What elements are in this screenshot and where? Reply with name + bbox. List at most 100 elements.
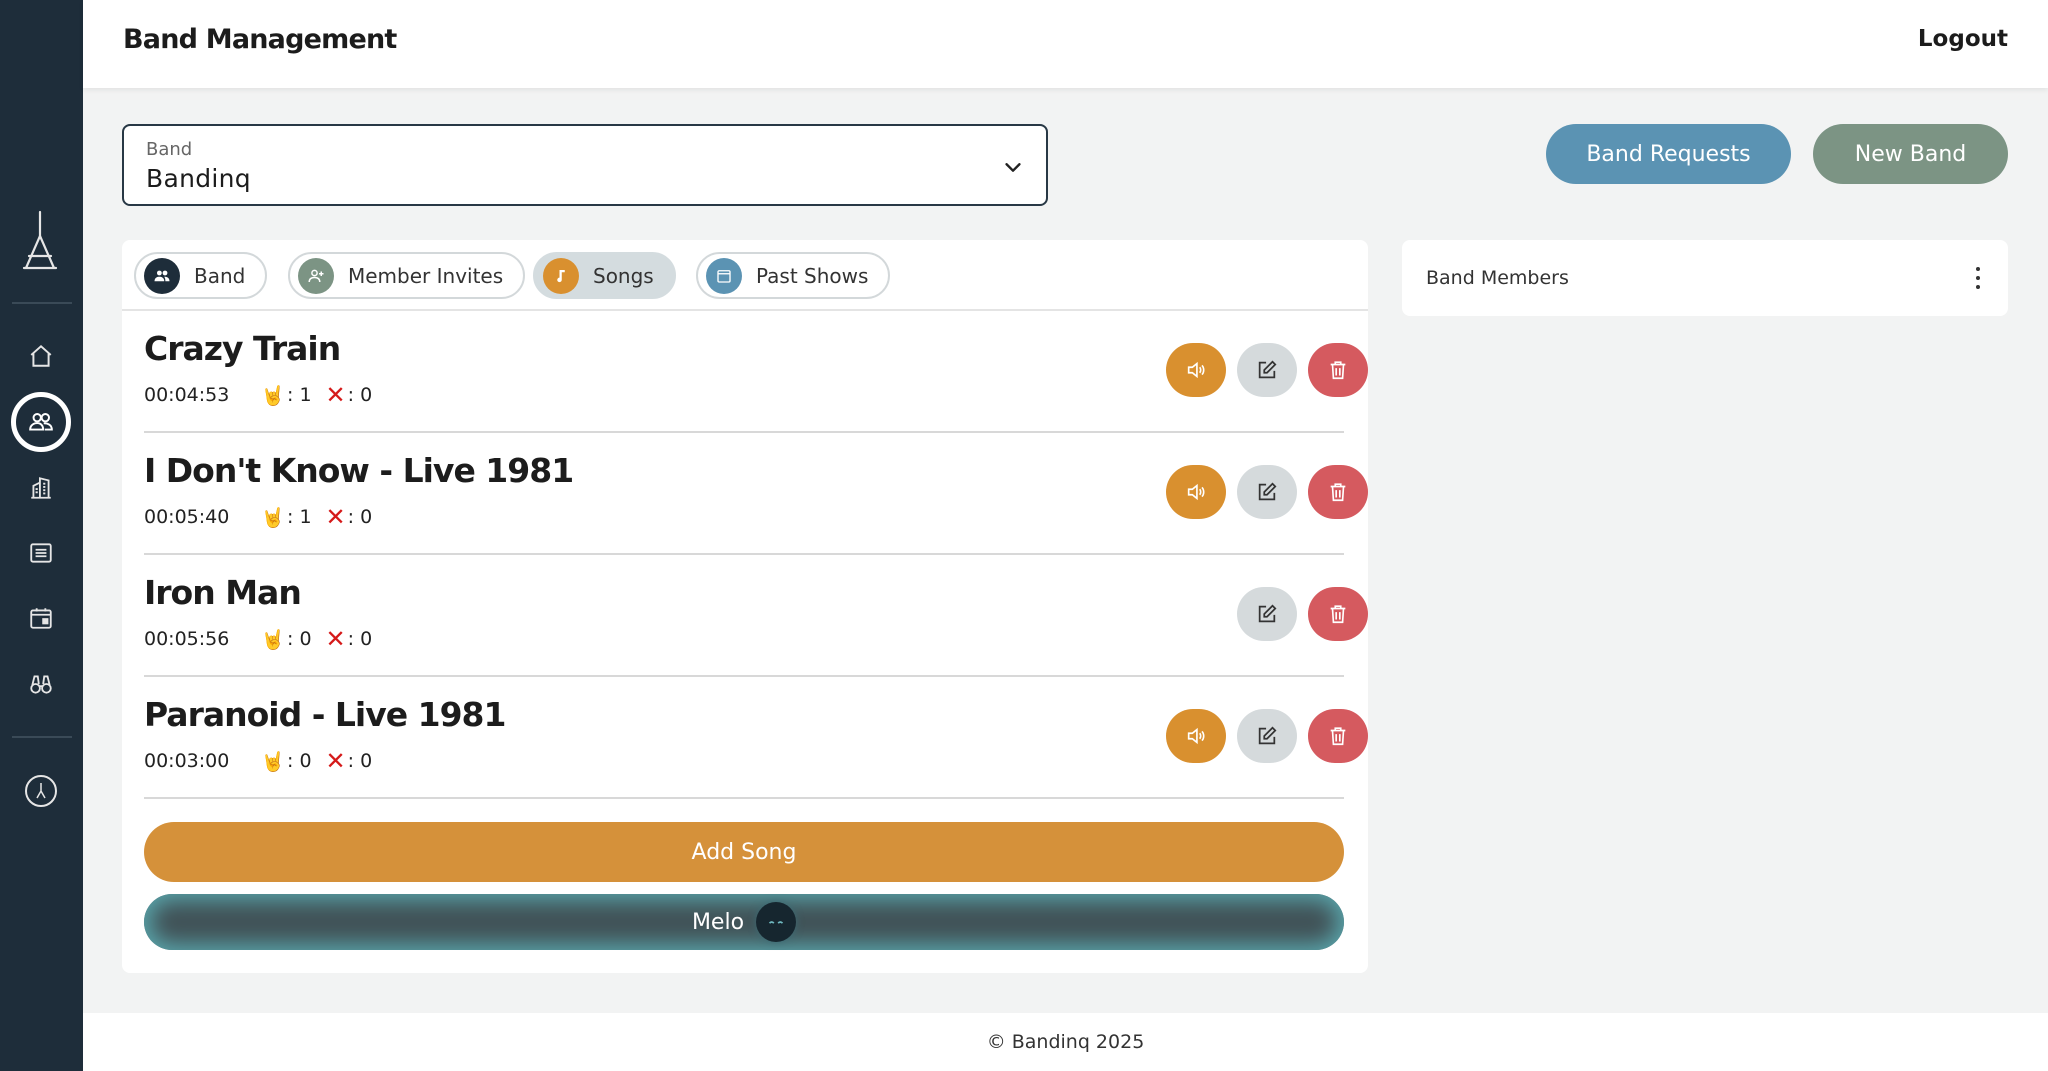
rock-count: 🤘: 1 xyxy=(261,384,312,407)
song-meta: 00:05:56 🤘: 0 ✕: 0 xyxy=(144,625,386,653)
sidebar-item-lists[interactable] xyxy=(21,533,61,573)
x-count: ✕: 0 xyxy=(325,503,373,531)
rock-hand-icon: 🤘 xyxy=(261,384,286,407)
rock-hand-icon: 🤘 xyxy=(261,750,286,773)
building-icon xyxy=(31,477,51,499)
rock-hand-icon: 🤘 xyxy=(261,628,286,651)
song-duration: 00:05:56 xyxy=(144,628,230,650)
delete-song-button[interactable] xyxy=(1308,587,1368,641)
add-song-button[interactable]: Add Song xyxy=(144,822,1344,882)
song-row: Crazy Train 00:04:53 🤘: 1 ✕: 0 xyxy=(144,311,1368,433)
songs-card: Band Member Invites Songs Past Shows Cra… xyxy=(122,240,1368,973)
x-count: ✕: 0 xyxy=(325,747,373,775)
x-mark-icon: ✕ xyxy=(325,625,346,653)
rock-count: 🤘: 1 xyxy=(261,506,312,529)
delete-song-button[interactable] xyxy=(1308,709,1368,763)
song-meta: 00:04:53 🤘: 1 ✕: 0 xyxy=(144,381,386,409)
sidebar-item-profile[interactable] xyxy=(21,771,61,811)
song-meta: 00:05:40 🤘: 1 ✕: 0 xyxy=(144,503,386,531)
song-meta: 00:03:00 🤘: 0 ✕: 0 xyxy=(144,747,386,775)
sidebar-divider xyxy=(12,302,72,304)
band-requests-button[interactable]: Band Requests xyxy=(1546,124,1791,184)
binoculars-icon xyxy=(30,675,52,694)
song-title: I Don't Know - Live 1981 xyxy=(144,451,574,490)
melo-assistant-button[interactable]: Melo xyxy=(144,894,1344,950)
people-icon xyxy=(144,257,180,294)
trash-icon xyxy=(1330,727,1346,746)
speaker-icon xyxy=(1187,727,1205,745)
rock-hand-icon: 🤘 xyxy=(261,506,286,529)
sidebar-divider xyxy=(12,736,72,738)
tower-logo-icon[interactable] xyxy=(20,210,60,272)
play-audio-button[interactable] xyxy=(1166,465,1226,519)
calendar-icon xyxy=(706,257,742,294)
music-note-icon xyxy=(543,257,579,294)
song-title: Crazy Train xyxy=(144,329,341,368)
new-band-button[interactable]: New Band xyxy=(1813,124,2008,184)
list-icon xyxy=(30,543,52,563)
x-count: ✕: 0 xyxy=(325,625,373,653)
play-audio-button[interactable] xyxy=(1166,709,1226,763)
x-mark-icon: ✕ xyxy=(325,503,346,531)
sidebar-item-bands[interactable] xyxy=(11,392,71,452)
tab-bar: Band Member Invites Songs Past Shows xyxy=(122,240,1368,311)
trash-icon xyxy=(1330,361,1346,380)
tab-member-invites[interactable]: Member Invites xyxy=(288,252,526,299)
more-options-icon[interactable] xyxy=(1972,264,1984,292)
trash-icon xyxy=(1330,605,1346,624)
footer: © Bandinq 2025 xyxy=(83,1013,2048,1071)
play-audio-button[interactable] xyxy=(1166,343,1226,397)
tab-past-shows-label: Past Shows xyxy=(756,263,869,288)
trash-icon xyxy=(1330,483,1346,502)
edit-icon xyxy=(1258,726,1277,745)
delete-song-button[interactable] xyxy=(1308,343,1368,397)
page-title: Band Management xyxy=(123,24,397,55)
tab-band[interactable]: Band xyxy=(134,252,268,299)
band-members-title: Band Members xyxy=(1426,267,1569,289)
band-select-value: Bandinq xyxy=(146,164,251,193)
edit-icon xyxy=(1258,482,1277,501)
x-mark-icon: ✕ xyxy=(325,747,346,775)
tab-past-shows[interactable]: Past Shows xyxy=(696,252,891,299)
speaker-icon xyxy=(1187,483,1205,501)
song-duration: 00:04:53 xyxy=(144,384,230,406)
song-duration: 00:05:40 xyxy=(144,506,230,528)
sidebar-item-discover[interactable] xyxy=(21,664,61,704)
tab-band-label: Band xyxy=(194,263,246,288)
tab-songs[interactable]: Songs xyxy=(533,252,676,299)
avatar-icon xyxy=(25,775,57,807)
sidebar-item-home[interactable] xyxy=(21,336,61,376)
people-icon xyxy=(29,413,53,431)
band-select-label: Band xyxy=(146,139,193,160)
sidebar-item-calendar[interactable] xyxy=(21,598,61,638)
edit-song-button[interactable] xyxy=(1237,465,1297,519)
x-count: ✕: 0 xyxy=(325,381,373,409)
band-members-card: Band Members xyxy=(1402,240,2008,316)
sidebar-item-venues[interactable] xyxy=(21,468,61,508)
tab-songs-label: Songs xyxy=(593,263,654,288)
home-icon xyxy=(30,344,52,367)
song-row: I Don't Know - Live 1981 00:05:40 🤘: 1 ✕… xyxy=(144,433,1368,555)
edit-song-button[interactable] xyxy=(1237,343,1297,397)
edit-song-button[interactable] xyxy=(1237,587,1297,641)
song-duration: 00:03:00 xyxy=(144,750,230,772)
tab-member-invites-label: Member Invites xyxy=(348,263,504,288)
band-select[interactable]: Band Bandinq xyxy=(122,124,1048,206)
song-row: Iron Man 00:05:56 🤘: 0 ✕: 0 xyxy=(144,555,1368,677)
delete-song-button[interactable] xyxy=(1308,465,1368,519)
x-mark-icon: ✕ xyxy=(325,381,346,409)
rock-count: 🤘: 0 xyxy=(261,750,312,773)
song-row: Paranoid - Live 1981 00:03:00 🤘: 0 ✕: 0 xyxy=(144,677,1368,799)
speaker-icon xyxy=(1187,361,1205,379)
rock-count: 🤘: 0 xyxy=(261,628,312,651)
sidebar xyxy=(0,0,83,1071)
melo-avatar-icon xyxy=(756,902,797,942)
edit-icon xyxy=(1258,360,1277,379)
logout-button[interactable]: Logout xyxy=(1918,26,2008,52)
top-header: Band Management Logout xyxy=(83,0,2048,88)
edit-icon xyxy=(1258,604,1277,623)
edit-song-button[interactable] xyxy=(1237,709,1297,763)
song-title: Paranoid - Live 1981 xyxy=(144,695,506,734)
copyright-text: © Bandinq 2025 xyxy=(986,1031,1145,1053)
chevron-down-icon xyxy=(1005,163,1021,172)
